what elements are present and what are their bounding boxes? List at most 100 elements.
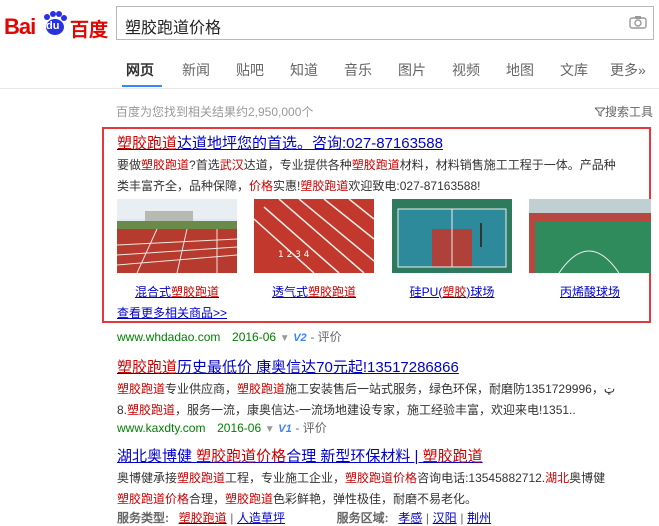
search-query-text: 塑胶跑道价格 xyxy=(125,20,222,37)
service-type-link[interactable]: 人造草坪 xyxy=(237,511,285,525)
ad-title-em: 塑胶跑道 xyxy=(117,135,178,152)
dropdown-arrow-icon[interactable]: ▼ xyxy=(280,333,290,344)
separator: | xyxy=(230,511,234,525)
ad-url[interactable]: www.whdadao.com xyxy=(117,330,220,344)
caption-seg: )球场 xyxy=(466,285,495,299)
separator: | xyxy=(425,511,430,525)
result2-eval-link[interactable]: - 评价 xyxy=(295,421,326,435)
desc-seg: 奥博健 xyxy=(569,471,606,485)
desc-seg: 工程，专业施工企业， xyxy=(225,471,346,485)
service-area-label: 服务区域: xyxy=(336,511,389,525)
tab-map[interactable]: 地图 xyxy=(506,60,534,80)
tab-video[interactable]: 视频 xyxy=(452,60,480,80)
result2-title-rest: 历史最低价 康奥信达70元起!13517286866 xyxy=(177,359,459,376)
desc-seg: 专业供应商， xyxy=(165,382,238,396)
track-photo-icon xyxy=(117,199,237,273)
active-tab-underline xyxy=(122,85,162,87)
ad-url-line: www.whdadao.com 2016-06 ▼ V2 - 评价 xyxy=(117,328,342,345)
search-tools-label: 搜索工具 xyxy=(605,105,654,119)
result3-desc-line2: 塑胶跑道价格合理，塑胶跑道色彩鲜艳，弹性极佳，耐磨不易老化。 xyxy=(117,489,477,510)
result2-title-em: 塑胶跑道 xyxy=(117,359,178,376)
product-image-3[interactable] xyxy=(392,199,512,273)
ad-title-rest: 达道地坪您的首选。咨询:027-87163588 xyxy=(177,135,443,152)
logo-cn-text: 百度 xyxy=(70,19,109,41)
tab-zhidao[interactable]: 知道 xyxy=(290,60,318,80)
product-image-1[interactable] xyxy=(117,199,237,273)
separator: | xyxy=(460,511,464,525)
tab-web[interactable]: 网页 xyxy=(126,60,154,80)
product-image-2[interactable]: 1 2 3 4 xyxy=(254,199,374,273)
caption-em: 塑胶跑道 xyxy=(171,285,220,299)
tab-more[interactable]: 更多» xyxy=(610,60,646,80)
caption-em: 塑胶 xyxy=(442,285,467,299)
desc-em: 塑胶跑道 xyxy=(225,492,274,506)
baidu-logo[interactable]: Bai du 百度 xyxy=(4,8,108,42)
caption-seg: 透气式 xyxy=(271,285,308,299)
ad-desc-em: 塑胶跑道 xyxy=(351,158,400,172)
service-area-link[interactable]: 荆州 xyxy=(467,511,491,525)
search-tools-button[interactable]: 搜索工具 xyxy=(593,103,654,120)
svg-text:1 2 3 4: 1 2 3 4 xyxy=(278,250,310,260)
tab-wenku[interactable]: 文库 xyxy=(560,60,588,80)
product-caption-3[interactable]: 硅PU(塑胶)球场 xyxy=(392,283,512,300)
filter-icon xyxy=(593,107,607,117)
result3-desc-line1: 奥博健承接塑胶跑道工程，专业施工企业，塑胶跑道价格咨询电话:1354588271… xyxy=(117,468,659,489)
logo-bai-text: Bai xyxy=(4,14,36,39)
result3-title-link[interactable]: 湖北奥博健 塑胶跑道价格合理 新型环保材料 | 塑胶跑道 xyxy=(117,445,483,466)
ad-desc-seg: 实惠! xyxy=(273,179,301,193)
more-products-link[interactable]: 查看更多相关商品>> xyxy=(117,304,227,321)
ad-desc-seg: 达道，专业提供各种 xyxy=(243,158,352,172)
service-area-link[interactable]: 孝感 xyxy=(398,511,422,525)
result2-url[interactable]: www.kaxdty.com xyxy=(117,421,205,435)
result3-services-line: 服务类型: 塑胶跑道 | 人造草坪 服务区域: 孝感 | 汉阳 | 荆州 xyxy=(117,509,491,526)
camera-icon[interactable] xyxy=(629,15,647,29)
product-caption-4[interactable]: 丙烯酸球场 xyxy=(529,283,651,300)
desc-em: 塑胶跑道 xyxy=(117,382,166,396)
service-type-link[interactable]: 塑胶跑道 xyxy=(179,511,227,525)
desc-seg: 8. xyxy=(117,403,128,417)
caption-seg: 丙烯酸球场 xyxy=(559,285,620,299)
track-photo-icon: 1 2 3 4 xyxy=(254,199,374,273)
result2-title-link[interactable]: 塑胶跑道历史最低价 康奥信达70元起!13517286866 xyxy=(117,356,459,377)
ad-desc-line2: 类丰富齐全，品种保障，价格实惠!塑胶跑道欢迎致电:027-87163588! xyxy=(117,176,480,197)
tab-music[interactable]: 音乐 xyxy=(344,60,372,80)
service-area-link[interactable]: 汉阳 xyxy=(433,511,457,525)
result2-date: 2016-06 xyxy=(217,421,262,435)
logo-du-text: du xyxy=(46,20,60,32)
desc-em: 塑胶跑道价格 xyxy=(117,492,190,506)
ad-date: 2016-06 xyxy=(232,330,277,344)
result2-url-line: www.kaxdty.com 2016-06 ▼ V1 - 评价 xyxy=(117,419,327,436)
tab-news[interactable]: 新闻 xyxy=(182,60,210,80)
ad-desc-em: 塑胶跑道 xyxy=(141,158,190,172)
v2-badge-icon[interactable]: V2 xyxy=(293,332,306,344)
desc-seg: 色彩鲜艳，弹性极佳，耐磨不易老化。 xyxy=(273,492,478,506)
tab-images[interactable]: 图片 xyxy=(398,60,426,80)
tab-tieba[interactable]: 贴吧 xyxy=(236,60,264,80)
search-input[interactable]: 塑胶跑道价格 xyxy=(116,6,654,40)
title-seg: 湖北奥博健 xyxy=(117,448,197,465)
result2-desc-line2: 8.塑胶跑道，服务一流，康奥信达-一流场地建设专家，施工经验丰富，欢迎来电!13… xyxy=(117,400,576,421)
court-photo-icon xyxy=(529,199,651,273)
desc-em: 湖北 xyxy=(545,471,570,485)
desc-em: 塑胶跑道 xyxy=(237,382,286,396)
title-em: 塑胶跑道 xyxy=(422,448,483,465)
nav-divider xyxy=(0,88,659,89)
court-photo-icon xyxy=(392,199,512,273)
product-caption-1[interactable]: 混合式塑胶跑道 xyxy=(117,283,237,300)
title-seg: 合理 新型环保材料 | xyxy=(286,448,423,465)
ad-title-link[interactable]: 塑胶跑道达道地坪您的首选。咨询:027-87163588 xyxy=(117,132,443,153)
ad-desc-em: 武汉 xyxy=(219,158,244,172)
ad-eval-link[interactable]: - 评价 xyxy=(310,330,341,344)
v1-badge-icon[interactable]: V1 xyxy=(278,423,291,435)
ad-desc-line1: 要做塑胶跑道?首选武汉达道，专业提供各种塑胶跑道材料，材料销售施工工程于一体。产… xyxy=(117,155,657,176)
ad-desc-seg: 材料，材料销售施工工程于一体。产品种 xyxy=(399,158,616,172)
desc-em: 塑胶跑道 xyxy=(127,403,176,417)
ad-desc-em: 塑胶跑道 xyxy=(300,179,349,193)
title-em: 塑胶跑道价格 xyxy=(196,448,287,465)
dropdown-arrow-icon[interactable]: ▼ xyxy=(265,424,275,435)
ad-desc-em: 价格 xyxy=(249,179,274,193)
desc-seg: 合理， xyxy=(189,492,226,506)
product-image-4[interactable] xyxy=(529,199,651,273)
service-type-em: 塑胶跑道 xyxy=(178,511,227,525)
product-caption-2[interactable]: 透气式塑胶跑道 xyxy=(254,283,374,300)
